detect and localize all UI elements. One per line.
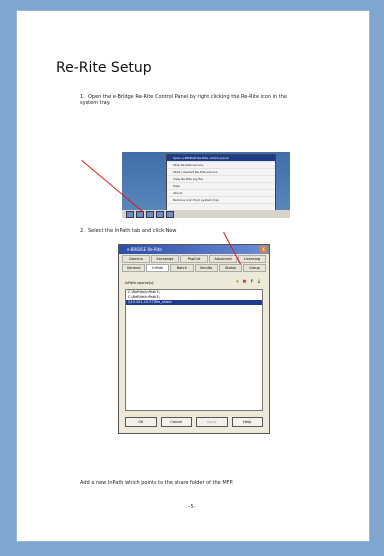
tab-advanced[interactable]: Advanced — [209, 255, 237, 263]
step-2-text: Select the InPath tab and click New — [88, 228, 177, 234]
menu-item-stop-service[interactable]: Stop Re-Rite service — [167, 162, 275, 169]
close-icon[interactable]: X — [260, 246, 267, 253]
move-down-icon[interactable]: ↓ — [257, 280, 261, 285]
page-title: Re-Rite Setup — [56, 60, 152, 76]
tab-inpath[interactable]: InPath — [146, 264, 170, 272]
menu-item-start-restart-service[interactable]: Start | Restart Re-Rite service — [167, 169, 275, 176]
menu-item-view-log[interactable]: View Re-Rite log file — [167, 176, 275, 183]
tab-row-2: General InPath Batch Sendto Global Group — [119, 263, 269, 272]
menu-item-about[interactable]: About — [167, 190, 275, 197]
tab-domino[interactable]: Domino — [122, 255, 150, 263]
menu-item-open-control-panel[interactable]: Open e-BRIDGE Re-Rite control panel — [167, 155, 275, 162]
tab-sendto[interactable]: Sendto — [194, 264, 218, 272]
list-item-selected[interactable]: \\10.101.10.57\file_share — [126, 300, 262, 305]
tab-licensing[interactable]: Licensing — [238, 255, 266, 263]
tab-row-1: Domino Exchange PopOut Advanced Licensin… — [119, 254, 269, 263]
inpath-toolbar: ✦ ✖ ↑ ↓ — [235, 280, 261, 285]
tray-icon[interactable] — [146, 211, 154, 218]
tray-icon[interactable] — [136, 211, 144, 218]
context-menu: Open e-BRIDGE Re-Rite control panel Stop… — [166, 154, 276, 212]
step-1: 1. Open the e-Bridge Re-Rite Control Pane… — [80, 94, 290, 106]
frame-background: Re-Rite Setup 1. Open the e-Bridge Re-Rit… — [0, 0, 384, 556]
step-2: 2. Select the InPath tab and click New — [80, 228, 290, 234]
inpath-list[interactable]: C:\ReRite\InPath1\ C:\ReRite\InPath2\ \\… — [125, 289, 263, 411]
tab-global[interactable]: Global — [218, 264, 242, 272]
tray-icon[interactable] — [126, 211, 134, 218]
tab-exchange[interactable]: Exchange — [151, 255, 179, 263]
page-number: -5- — [188, 504, 196, 510]
footnote: Add a new InPath which points to the sha… — [80, 480, 234, 486]
tab-general[interactable]: General — [122, 264, 146, 272]
new-icon[interactable]: ✦ — [235, 280, 239, 285]
cancel-button[interactable]: Cancel — [160, 417, 192, 427]
menu-item-remove-icon[interactable]: Remove icon from system tray — [167, 197, 275, 204]
dialog-button-row: OK Cancel Apply Help — [125, 417, 263, 427]
step-1-text: Open the e-Bridge Re-Rite Control Panel … — [80, 94, 287, 106]
re-rite-tray-icon[interactable] — [166, 211, 174, 218]
tab-popout[interactable]: PopOut — [180, 255, 208, 263]
tray-icon[interactable] — [156, 211, 164, 218]
inpath-label: InPath source(s): — [125, 281, 155, 285]
help-button[interactable]: Help — [231, 417, 263, 427]
apply-button[interactable]: Apply — [196, 417, 228, 427]
tab-group[interactable]: Group — [242, 264, 267, 272]
re-rite-settings-dialog: e-BRIDGE Re-Rite X Domino Exchange PopOu… — [118, 244, 270, 434]
dialog-title: e-BRIDGE Re-Rite — [127, 247, 162, 252]
delete-icon[interactable]: ✖ — [242, 280, 246, 285]
system-tray — [126, 211, 286, 218]
dialog-title-bar: e-BRIDGE Re-Rite X — [119, 245, 269, 254]
taskbar — [122, 210, 290, 218]
menu-item-help[interactable]: Help — [167, 183, 275, 190]
move-up-icon[interactable]: ↑ — [250, 280, 254, 285]
ok-button[interactable]: OK — [125, 417, 157, 427]
tab-batch[interactable]: Batch — [170, 264, 194, 272]
tray-menu-screenshot: Open e-BRIDGE Re-Rite control panel Stop… — [122, 152, 290, 218]
step-2-number: 2. — [80, 228, 85, 234]
